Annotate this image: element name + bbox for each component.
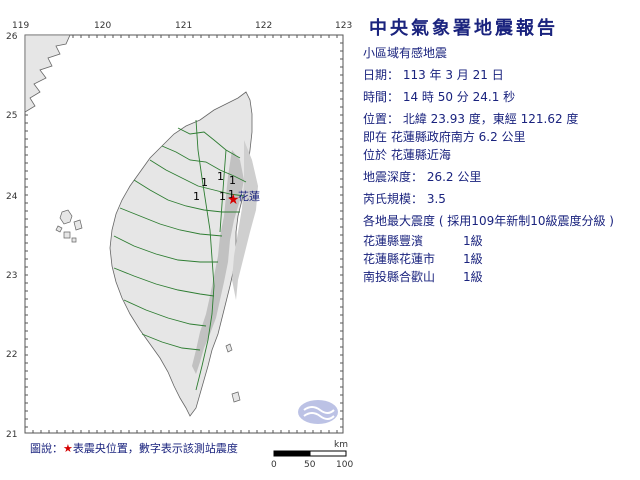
report-subtitle: 小區域有感地震 (363, 46, 448, 60)
station-row: 花蓮縣豐濱 1級 (363, 232, 638, 250)
report-title: 中央氣象署地震報告 (369, 18, 558, 39)
epicenter-star-icon: ★ (227, 192, 240, 208)
station-intensity-mark: 1 (193, 190, 200, 203)
station-intensity-mark: 1 (219, 190, 226, 203)
scale-unit: km (334, 440, 348, 450)
station-intensity-mark: 1 (229, 174, 236, 187)
lon-label: 123 (335, 21, 352, 31)
lat-label: 22 (6, 350, 17, 360)
report-depth: 地震深度： 26.2 公里 (363, 170, 482, 184)
lat-label: 26 (6, 32, 18, 42)
report-date: 日期： 113 年 3 月 21 日 (363, 68, 504, 82)
scale-tick: 0 (271, 460, 277, 470)
report-time: 時間： 14 時 50 分 24.1 秒 (363, 90, 516, 104)
lon-label: 120 (94, 21, 111, 31)
scale-bar: km 0 50 100 (271, 440, 353, 470)
report-region: 位於 花蓮縣近海 (363, 148, 451, 162)
longitude-labels: 119 120 121 122 123 (12, 21, 352, 31)
legend-star-icon: ★ (63, 442, 73, 455)
lat-label: 21 (6, 430, 17, 440)
cwa-logo (298, 400, 338, 424)
report-magnitude: 芮氏規模： 3.5 (363, 192, 446, 206)
scale-tick: 50 (304, 460, 316, 470)
station-row: 南投縣合歡山 1級 (363, 268, 638, 286)
report-panel: 中央氣象署地震報告 小區域有感地震 日期： 113 年 3 月 21 日 時間：… (363, 14, 638, 286)
station-name: 南投縣合歡山 (363, 270, 436, 284)
station-list: 花蓮縣豐濱 1級 花蓮縣花蓮市 1級 南投縣合歡山 1級 (363, 232, 638, 286)
lat-label: 25 (6, 111, 17, 121)
city-label-hualien: 花蓮 (238, 189, 260, 203)
report-position: 位置： 北緯 23.93 度，東經 121.62 度 (363, 112, 579, 126)
legend-text: 表震央位置，數字表示該測站震度 (72, 442, 238, 455)
station-intensity: 1級 (463, 270, 483, 284)
lon-label: 121 (175, 21, 192, 31)
station-intensity: 1級 (463, 252, 483, 266)
latitude-labels: 26 25 24 23 22 21 (6, 32, 18, 440)
station-name: 花蓮縣豐濱 (363, 234, 424, 248)
lat-label: 23 (6, 271, 17, 281)
station-intensity: 1級 (463, 234, 483, 248)
map-panel: 119 120 121 122 123 26 25 24 23 22 21 1 … (0, 0, 360, 480)
lon-label: 122 (255, 21, 272, 31)
station-name: 花蓮縣花蓮市 (363, 252, 436, 266)
station-intensity-mark: 1 (201, 176, 208, 189)
station-intensity-mark: 1 (217, 170, 224, 183)
map-legend: 圖說：★表震央位置，數字表示該測站震度 (30, 440, 238, 456)
station-row: 花蓮縣花蓮市 1級 (363, 250, 638, 268)
report-relative-location: 即在 花蓮縣政府南方 6.2 公里 (363, 130, 526, 144)
lon-label: 119 (12, 21, 29, 31)
legend-prefix: 圖說： (30, 442, 63, 455)
report-intensity-header: 各地最大震度 ( 採用109年新制10級震度分級 ) (363, 214, 614, 228)
epicenter-map: 119 120 121 122 123 26 25 24 23 22 21 1 … (6, 21, 352, 440)
lat-label: 24 (6, 192, 18, 202)
scale-tick: 100 (336, 460, 353, 470)
